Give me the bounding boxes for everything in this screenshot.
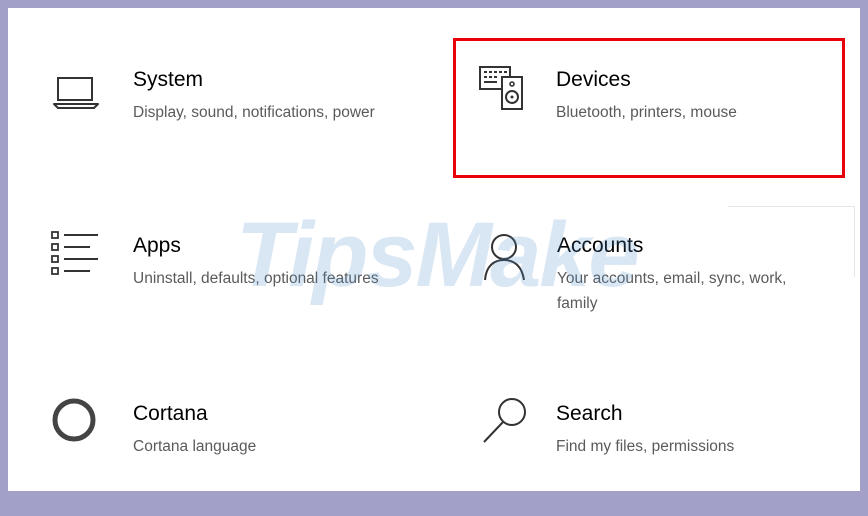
tile-apps-title: Apps [133,234,181,257]
apps-list-icon [50,230,110,290]
tile-accounts-title: Accounts [557,234,644,257]
tile-cortana[interactable]: Cortana Cortana language [46,396,446,516]
cortana-ring-icon [50,396,110,456]
tile-search-title: Search [556,402,623,425]
laptop-icon [52,74,112,134]
tile-system-title: System [133,68,204,91]
tile-cortana-title: Cortana [133,402,208,425]
tile-accounts-desc: Your accounts, email, sync, work, family [557,270,787,312]
tile-cortana-desc: Cortana language [133,438,257,455]
settings-panel: System Display, sound, notifications, po… [8,8,860,491]
tile-apps-desc: Uninstall, defaults, optional features [133,270,379,287]
person-icon [482,232,542,292]
tile-apps[interactable]: Apps Uninstall, defaults, optional featu… [46,230,446,350]
search-icon [478,396,538,456]
tile-search[interactable]: Search Find my files, permissions [470,396,868,516]
devices-highlight-box [453,38,845,178]
tile-system[interactable]: System Display, sound, notifications, po… [46,64,446,184]
tile-system-desc: Display, sound, notifications, power [133,104,375,121]
tile-accounts[interactable]: Accounts Your accounts, email, sync, wor… [470,230,868,350]
tile-search-desc: Find my files, permissions [556,438,735,455]
